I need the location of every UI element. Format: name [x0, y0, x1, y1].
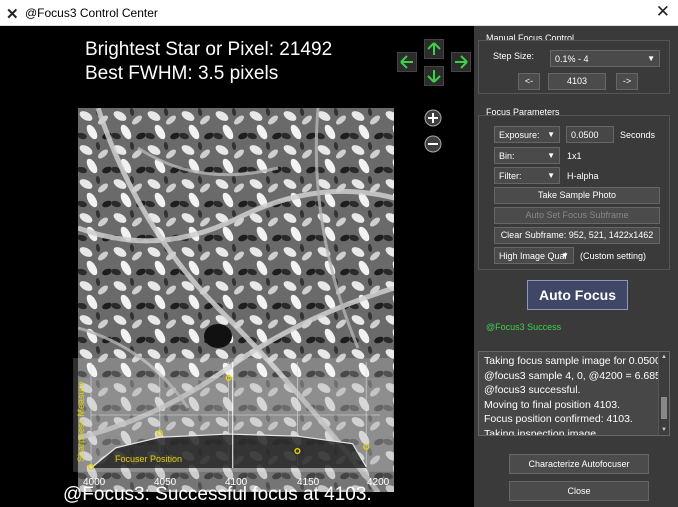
log-line: Taking focus sample image for 0.0500 s — [484, 355, 660, 367]
bin-select[interactable]: Bin: ▼ — [494, 147, 560, 164]
chevron-down-icon: ▼ — [561, 251, 569, 260]
clear-subframe-button[interactable]: Clear Subframe: 952, 521, 1422x1462 — [494, 227, 660, 244]
log-line: Focus position confirmed: 4103. — [484, 413, 633, 425]
step-size-select[interactable]: 0.1% - 4 ▼ — [550, 50, 660, 67]
chevron-down-icon: ▼ — [547, 151, 555, 160]
focuser-position-field[interactable]: 4103 — [548, 73, 606, 90]
scroll-down-icon: ▼ — [661, 427, 667, 433]
focus-curve-chart: Focuser Position Sharpness Measure — [73, 358, 393, 472]
log-line: @focus3 sample 4, 0, @4200 = 6.68501 — [484, 369, 660, 382]
focus-status-message: @Focus3: Successful focus at 4103. — [63, 484, 372, 505]
image-quality-select[interactable]: High Image Qual ▼ — [494, 247, 574, 264]
chevron-down-icon: ▼ — [547, 171, 555, 180]
window-title: @Focus3 Control Center — [25, 6, 158, 20]
exposure-input[interactable]: 0.0500 — [566, 126, 614, 143]
x-axis-label: Focuser Position — [115, 454, 182, 464]
bin-value: 1x1 — [567, 151, 582, 161]
filter-select[interactable]: Filter: ▼ — [494, 167, 560, 184]
app-logo-icon: ✕ — [6, 6, 19, 23]
exposure-unit-label: Seconds — [620, 130, 656, 140]
zoom-in-icon[interactable] — [423, 108, 443, 128]
zoom-out-icon[interactable] — [423, 134, 443, 154]
arrow-down-icon[interactable] — [424, 66, 444, 86]
log-scrollbar[interactable]: ▲ ▼ — [658, 352, 669, 435]
y-axis-label: Sharpness Measure — [76, 381, 86, 462]
arrow-left-icon[interactable] — [397, 52, 417, 72]
step-in-button[interactable]: <- — [518, 73, 540, 90]
chevron-down-icon: ▼ — [547, 130, 555, 139]
image-viewer: Brightest Star or Pixel: 21492 Best FWHM… — [0, 26, 474, 507]
auto-focus-button[interactable]: Auto Focus — [527, 280, 628, 310]
success-status-label: @Focus3 Success — [486, 322, 562, 332]
arrow-right-icon[interactable] — [451, 52, 471, 72]
control-panel: Manual Focus Control Step Size: 0.1% - 4… — [474, 26, 678, 507]
scroll-up-icon: ▲ — [661, 354, 667, 360]
arrow-up-icon[interactable] — [424, 39, 444, 59]
chevron-down-icon: ▼ — [647, 54, 655, 63]
log-output: Taking focus sample image for 0.0500 s @f… — [478, 351, 670, 436]
step-out-button[interactable]: -> — [616, 73, 638, 90]
brightest-star-readout: Brightest Star or Pixel: 21492 — [85, 39, 333, 60]
auto-set-subframe-button[interactable]: Auto Set Focus Subframe — [494, 207, 660, 224]
log-line: Moving to final position 4103. — [484, 398, 621, 411]
log-line: @focus3 successful. — [484, 384, 581, 396]
custom-setting-label: (Custom setting) — [580, 251, 647, 261]
log-line: Taking inspection image. — [484, 427, 599, 436]
step-size-label: Step Size: — [493, 51, 535, 61]
exposure-select[interactable]: Exposure: ▼ — [494, 126, 560, 143]
scroll-thumb — [661, 397, 667, 419]
close-window-icon[interactable]: ✕ — [656, 2, 670, 22]
characterize-autofocuser-button[interactable]: Characterize Autofocuser — [509, 454, 649, 474]
filter-value: H-alpha — [567, 171, 599, 181]
close-button[interactable]: Close — [509, 481, 649, 501]
best-fwhm-readout: Best FWHM: 3.5 pixels — [85, 63, 279, 84]
title-bar: ✕ @Focus3 Control Center ✕ — [0, 0, 678, 26]
take-sample-photo-button[interactable]: Take Sample Photo — [494, 187, 660, 204]
